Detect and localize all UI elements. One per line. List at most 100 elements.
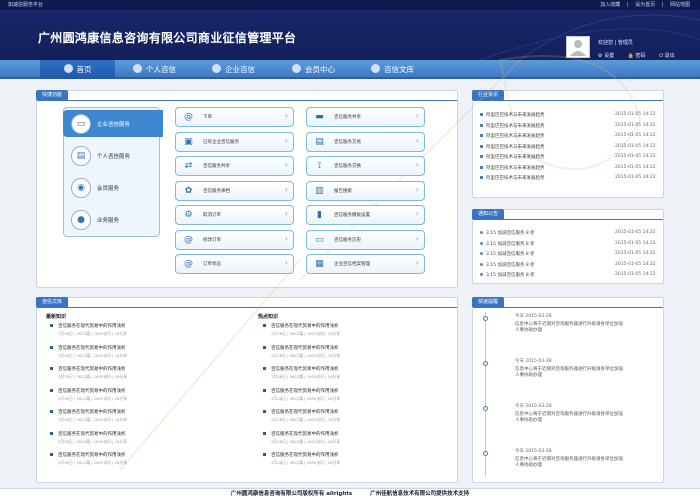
notice-title: 3.15 加减咨信服务 8 折 — [486, 262, 535, 268]
password-label: 密码 — [635, 53, 646, 59]
article-title: 咨信服务在现代贸易中的作用浅析 — [271, 453, 339, 458]
service-icon: @ — [184, 259, 193, 269]
article-title: 咨信服务在现代贸易中的作用浅析 — [58, 410, 126, 415]
service-icon: ▥ — [315, 185, 324, 196]
member-icon: ◉ — [71, 177, 91, 198]
bullet-icon — [50, 345, 53, 349]
reminder-text: 信息中心将于近期对咨询服务器进行升级请各单位加强人事协助办理 — [515, 412, 623, 423]
reminder-text: 信息中心将于近期对咨询服务器进行升级请各单位加强人事协助办理 — [515, 367, 623, 378]
timeline-dot-icon — [483, 316, 488, 321]
category-enterprise[interactable]: ▭ 企业咨信服务 — [63, 110, 163, 137]
col2-exchange-button[interactable]: ⟟ 咨信服务交换 › — [306, 156, 425, 176]
nav-enterprise[interactable]: 企业咨信 — [212, 60, 255, 79]
news-date: 2015-01-05 14:22 — [615, 133, 656, 138]
article-meta: 3月28日 | 3622篇 | 1605访问 | 18分享 — [271, 460, 341, 465]
reminder-time: 今天 2015-03-28 — [515, 359, 552, 364]
bullet-icon — [263, 453, 266, 456]
logout-label: 退出 — [664, 53, 675, 59]
category-label: 个人咨信服务 — [97, 153, 131, 160]
button-label: 咨信服务交换 — [334, 164, 361, 169]
logout-link[interactable]: ⏻ 退出 — [659, 53, 681, 59]
password-link[interactable]: 🔒 密码 — [628, 53, 652, 59]
col2-archive-manage-button[interactable]: ▦ 企业咨信档案管理 › — [306, 254, 425, 274]
service-icon: ▮ — [317, 210, 322, 220]
hot-heading: 热点知识 — [258, 314, 279, 320]
button-label: 下单 — [203, 115, 212, 120]
button-label: 修改订单 — [203, 237, 221, 243]
chevron-right-icon: › — [415, 258, 419, 267]
category-business[interactable]: ● 业务服务 — [63, 206, 160, 233]
col2-template-button[interactable]: ▮ 咨信服务模板设置 › — [306, 205, 425, 225]
chevron-right-icon: › — [415, 209, 419, 218]
header: 广州圆鸿康信息咨询有限公司商业征信管理平台 欢迎您 | 管理员 ⚙ 设置 🔒 密… — [0, 10, 700, 60]
news-date: 2015-01-05 14:22 — [615, 164, 656, 170]
article-title: 咨信服务在现代贸易中的作用浅析 — [271, 388, 339, 394]
sitemap-link[interactable]: 网站地图 — [670, 2, 690, 8]
nav-label: 会员中心 — [305, 65, 335, 74]
article-title: 咨信服务在现代贸易中的作用浅析 — [58, 431, 126, 437]
library-title: 咨信文库 — [36, 297, 69, 307]
timeline-dot-icon — [483, 451, 488, 456]
col2-history-button[interactable]: ▭ 咨信服务历史 › — [306, 229, 425, 250]
col2-share-button[interactable]: ▬ 咨信服务共享 › — [306, 107, 425, 127]
globe-icon — [212, 64, 221, 73]
divider — [473, 219, 663, 220]
nav-personal[interactable]: 个人咨信 — [133, 60, 176, 79]
notice-title: 3.15 加减咨信服务 8 折 — [486, 231, 535, 236]
bullet-icon — [480, 241, 483, 245]
settings-label: 设置 — [604, 53, 615, 59]
article-title: 咨信服务在现代贸易中的作用浅析 — [58, 345, 126, 351]
col1-cancel-order-button[interactable]: ⚙ 取消订单 › — [175, 205, 294, 225]
bullet-icon — [263, 431, 266, 435]
bullet-icon — [263, 367, 266, 370]
timeline-dot-icon — [483, 406, 488, 411]
settings-link[interactable]: ⚙ 设置 — [598, 53, 620, 59]
chevron-right-icon: › — [284, 135, 288, 145]
top-bar: 如诚信服务平台 加入收藏 | 设为首页 | 网站地图 — [0, 0, 700, 10]
button-label: 已有企业咨信服务 — [203, 139, 239, 145]
add-favorite-link[interactable]: 加入收藏 — [600, 2, 620, 8]
notice-title: 3.15 加减咨信服务 8 折 — [486, 252, 535, 257]
service-icon: ▬ — [315, 112, 324, 122]
top-links: 加入收藏 | 设为首页 | 网站地图 — [595, 0, 690, 10]
nav-member[interactable]: 会员中心 — [292, 60, 335, 79]
category-personal[interactable]: ▤ 个人咨信服务 — [63, 142, 160, 169]
col1-order-button[interactable]: @ 下单 › — [175, 107, 294, 127]
page-title: 广州圆鸿康信息咨询有限公司商业征信管理平台 — [38, 31, 297, 45]
bullet-icon — [50, 324, 53, 327]
col1-share-button[interactable]: ⇄ 咨信服务共享 › — [175, 156, 294, 176]
nav-home[interactable]: 首页 — [40, 60, 115, 79]
col1-modify-order-button[interactable]: @ 修改订单 › — [175, 229, 294, 250]
col1-existing-service-button[interactable]: ▣ 已有企业咨信服务 › — [175, 131, 294, 152]
divider: | — [661, 2, 664, 8]
col1-archive-button[interactable]: ✿ 咨信服务律档 › — [175, 180, 294, 201]
category-member[interactable]: ◉ 会员服务 — [63, 174, 160, 201]
avatar[interactable] — [566, 36, 590, 58]
bullet-icon — [50, 410, 53, 413]
set-homepage-link[interactable]: 设为首页 — [635, 2, 655, 8]
copyright-text: 广州圆鸿康信息咨询有限公司版权所有 allrights — [230, 491, 353, 497]
chevron-right-icon: › — [415, 135, 419, 145]
service-icon: ⇄ — [184, 161, 193, 171]
bullet-icon — [263, 345, 266, 349]
bullet-icon — [480, 231, 483, 234]
news-date: 2015-01-05 14:22 — [615, 175, 656, 180]
news-title: 阿里巴巴技术与未来发展趋势 — [486, 144, 545, 150]
user-ops: ⚙ 设置 🔒 密码 ⏻ 退出 — [598, 52, 687, 59]
id-card-icon: ▤ — [71, 145, 91, 166]
book-icon — [371, 64, 380, 73]
divider — [37, 100, 457, 101]
article-meta: 3月28日 | 3622篇 | 1605访问 | 18分享 — [58, 438, 128, 444]
article-meta: 3月28日 | 3622篇 | 1605访问 | 18分享 — [58, 460, 128, 465]
latest-heading: 最新知识 — [46, 314, 67, 320]
col2-trade-button[interactable]: ▤ 咨信服务交易 › — [306, 131, 425, 152]
nav-library[interactable]: 咨信文库 — [371, 60, 414, 79]
col2-report-search-button[interactable]: ▥ 报告搜索 › — [306, 180, 425, 201]
nav-label: 首页 — [76, 65, 92, 74]
news-title: 阿里巴巴技术与未来发展趋势 — [486, 134, 545, 139]
chevron-right-icon: › — [284, 160, 288, 169]
article-meta: 3月28日 | 3622篇 | 1605访问 | 18分享 — [271, 438, 341, 444]
chevron-right-icon: › — [284, 209, 288, 218]
col1-order-status-button[interactable]: @ 订单状态 › — [175, 254, 294, 274]
bullet-icon — [263, 324, 266, 327]
